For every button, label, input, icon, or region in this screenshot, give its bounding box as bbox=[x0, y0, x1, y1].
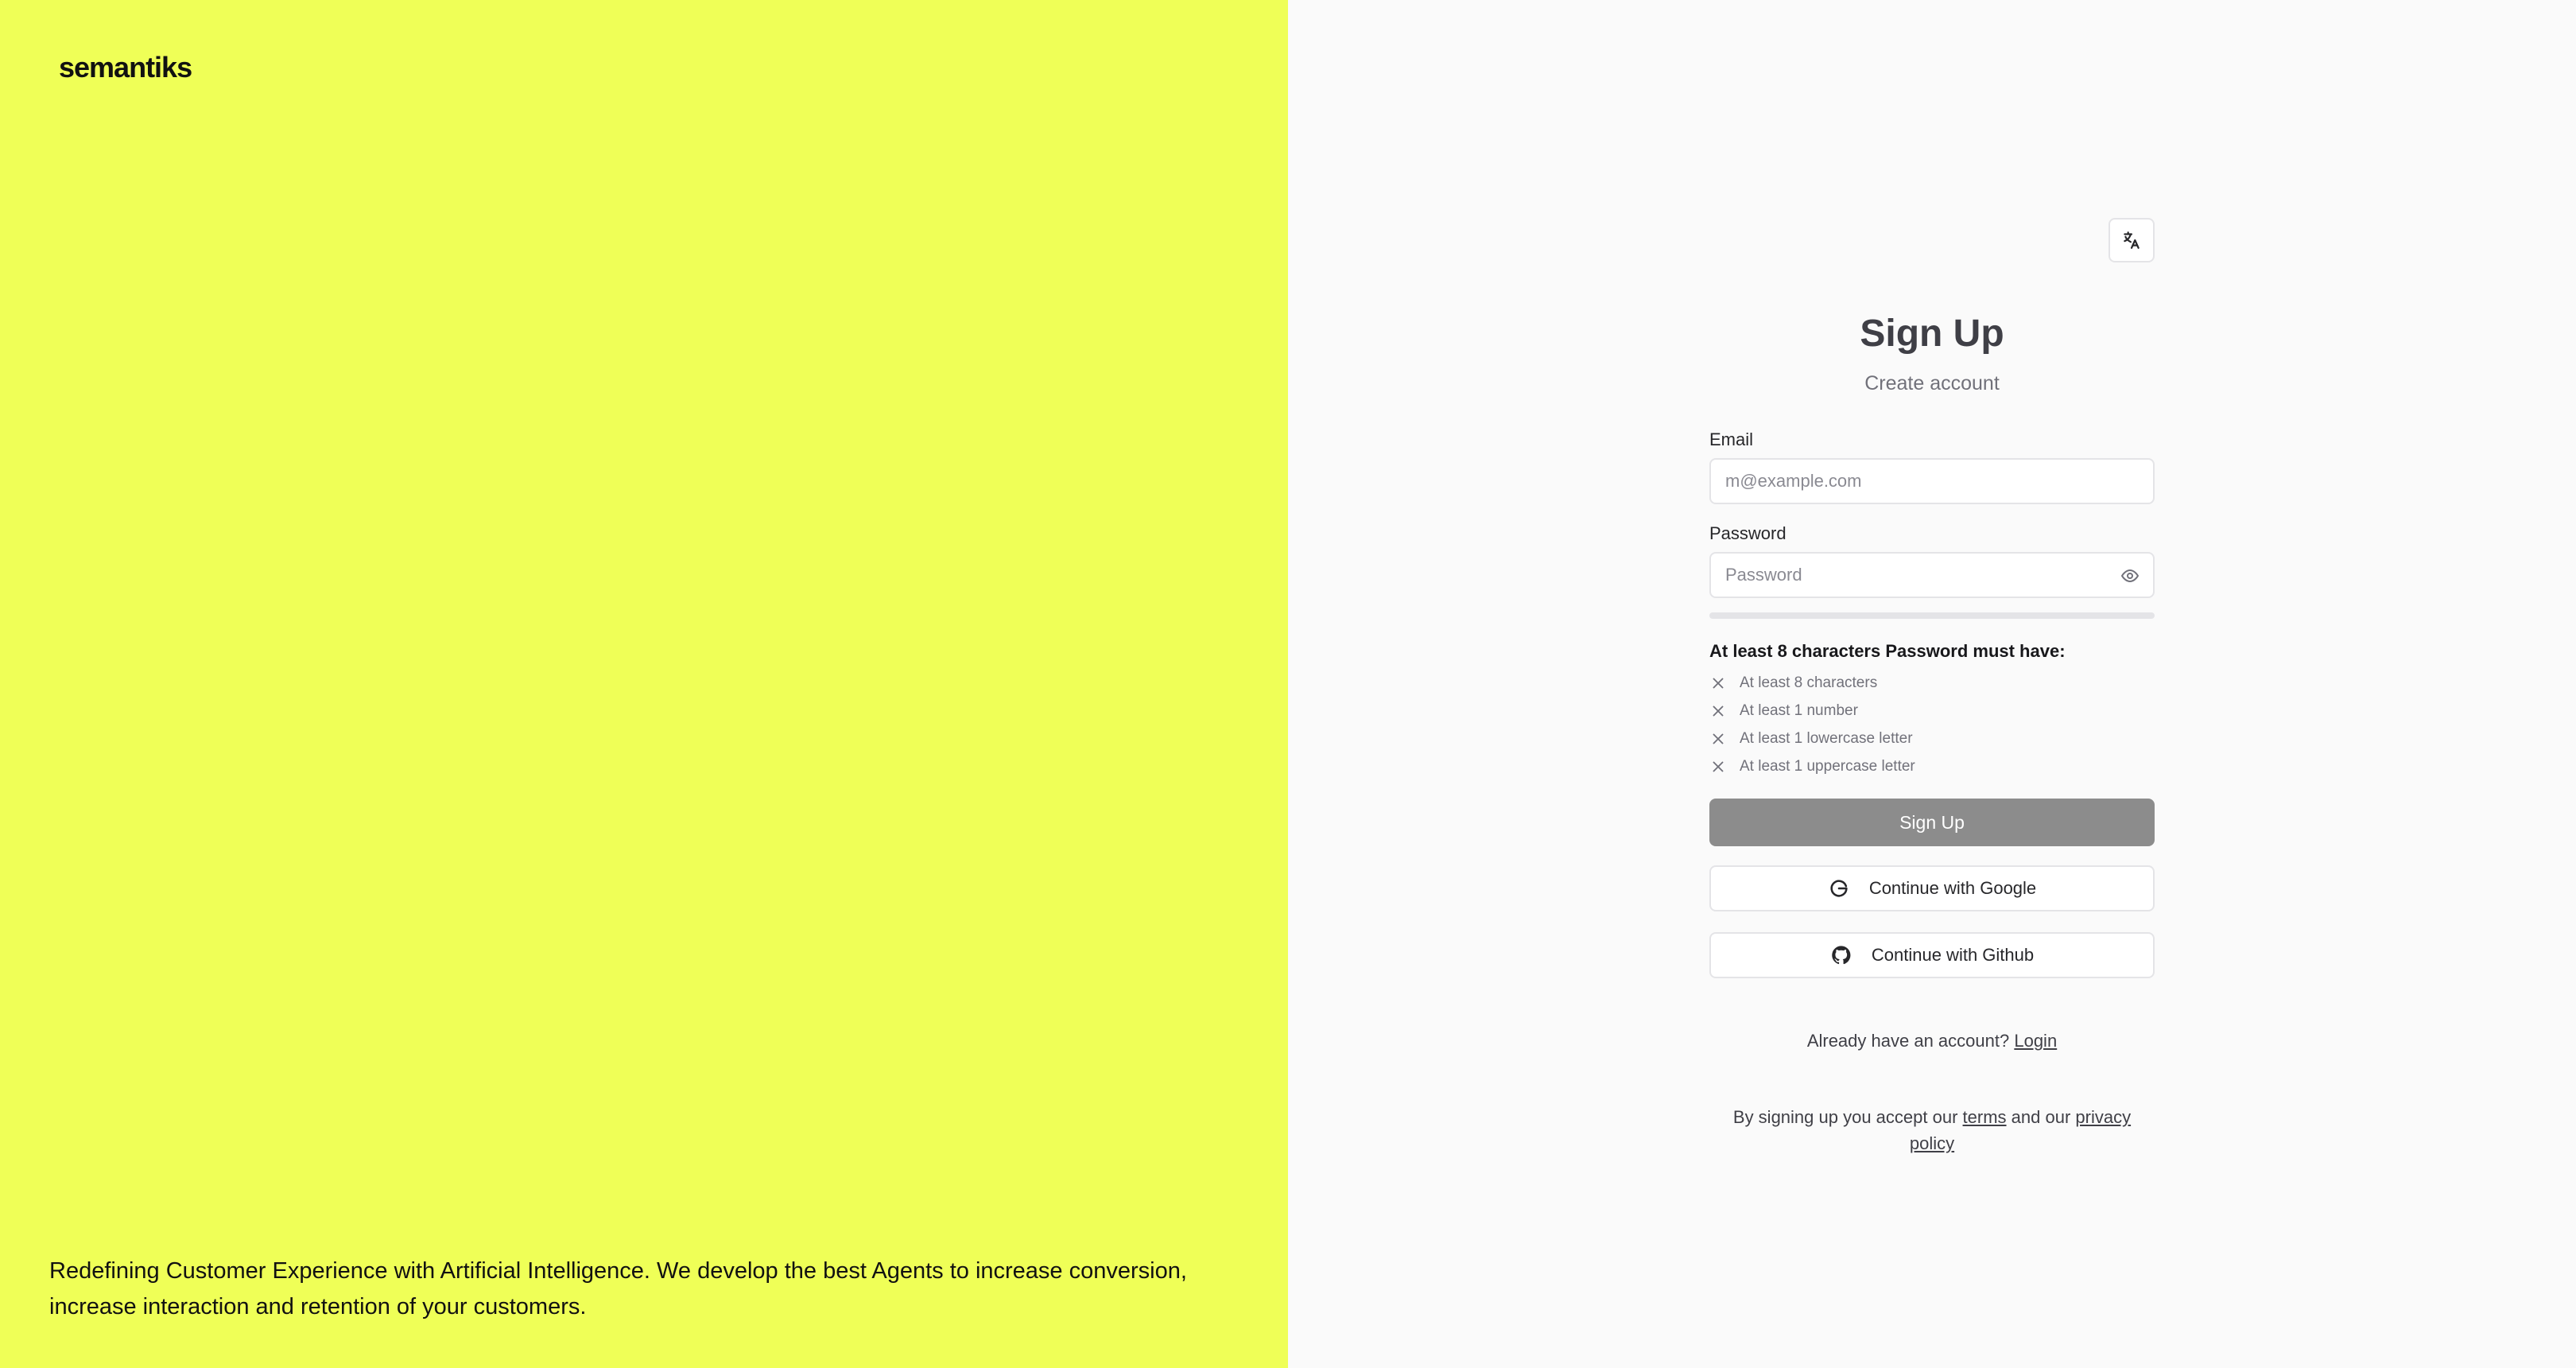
x-icon bbox=[1713, 705, 1724, 717]
requirement-label: At least 1 number bbox=[1740, 702, 1858, 719]
logo[interactable]: semantiks bbox=[59, 51, 192, 84]
github-button-label: Continue with Github bbox=[1871, 945, 2035, 965]
google-signup-button[interactable]: Continue with Google bbox=[1709, 865, 2155, 911]
login-prompt-text: Already have an account? bbox=[1806, 1031, 2010, 1051]
eye-icon[interactable] bbox=[2120, 566, 2140, 585]
email-input[interactable] bbox=[1725, 471, 2139, 492]
email-field[interactable] bbox=[1709, 458, 2155, 504]
requirement-label: At least 1 uppercase letter bbox=[1740, 758, 1915, 775]
login-prompt: Already have an account? Login bbox=[1709, 1031, 2155, 1051]
login-link[interactable]: Login bbox=[2014, 1031, 2057, 1051]
github-signup-button[interactable]: Continue with Github bbox=[1709, 932, 2155, 978]
requirement-item: At least 1 number bbox=[1709, 702, 1858, 720]
brand-tagline: Redefining Customer Experience with Arti… bbox=[49, 1258, 1187, 1319]
signup-button[interactable]: Sign Up bbox=[1709, 799, 2155, 846]
password-strength-bar bbox=[1709, 612, 2155, 619]
signup-panel bbox=[1288, 0, 2576, 1368]
brand-panel: semantiks Redefining Customer Experience… bbox=[0, 0, 1288, 1368]
requirements-title: At least 8 characters Password must have… bbox=[1709, 641, 2066, 661]
google-button-label: Continue with Google bbox=[1868, 878, 2037, 898]
requirement-label: At least 1 lowercase letter bbox=[1740, 730, 1913, 747]
page-subtitle: Create account bbox=[1864, 372, 2000, 394]
x-icon bbox=[1713, 733, 1724, 744]
legal-notice: By signing up you accept our terms and o… bbox=[1709, 1104, 2155, 1156]
google-icon bbox=[1830, 880, 1848, 897]
translate-icon bbox=[2124, 231, 2140, 249]
requirement-item: At least 1 lowercase letter bbox=[1709, 730, 1913, 748]
page-title: Sign Up bbox=[1860, 313, 2004, 355]
github-icon bbox=[1832, 946, 1851, 965]
x-icon bbox=[1713, 761, 1724, 772]
requirement-item: At least 8 characters bbox=[1709, 674, 1877, 692]
legal-prefix: By signing up you accept our bbox=[1732, 1107, 1958, 1127]
email-label: Email bbox=[1709, 429, 1754, 449]
password-input[interactable] bbox=[1725, 565, 2139, 585]
requirement-label: At least 8 characters bbox=[1740, 674, 1878, 691]
requirement-item: At least 1 uppercase letter bbox=[1709, 758, 1915, 775]
legal-middle: and our bbox=[2011, 1107, 2071, 1127]
x-icon bbox=[1713, 678, 1724, 689]
language-button[interactable] bbox=[2109, 218, 2155, 262]
terms-link[interactable]: terms bbox=[1963, 1107, 2007, 1127]
password-label: Password bbox=[1709, 523, 1787, 543]
password-field[interactable] bbox=[1709, 552, 2155, 598]
